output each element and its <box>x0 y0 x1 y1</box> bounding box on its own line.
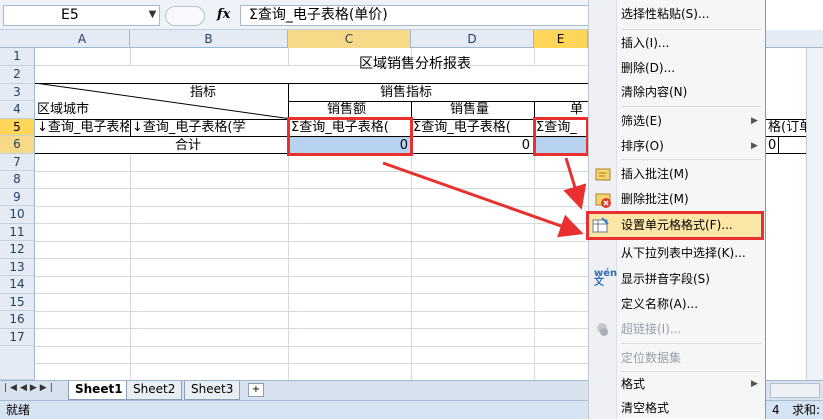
menu-icon-gutter <box>589 0 617 419</box>
horizontal-scrollbar[interactable] <box>770 383 820 398</box>
format-cells-icon <box>592 216 610 234</box>
menu-item-format[interactable]: 格式 <box>619 372 765 396</box>
ready-status: 就绪 <box>6 403 31 417</box>
phonetic-icon: wén 文 <box>594 268 618 288</box>
menu-item-clear-contents[interactable]: 清除内容(N) <box>619 80 765 104</box>
sheet-nav-arrows-icon[interactable]: |◀◀▶▶| <box>4 383 56 393</box>
menu-separator <box>621 343 761 344</box>
menu-separator <box>621 159 761 160</box>
sum-label: 求和: <box>792 403 821 417</box>
table-border <box>778 136 779 153</box>
sheet-tab-2[interactable]: Sheet2 <box>126 381 183 400</box>
menu-separator <box>621 106 761 107</box>
page-indicator: 4 <box>772 403 780 417</box>
submenu-arrow-icon: ▶ <box>751 116 758 126</box>
menu-item-show-phonetic[interactable]: 显示拼音字段(S) <box>619 267 765 291</box>
sheet-tab-3[interactable]: Sheet3 <box>184 381 241 400</box>
menu-item-hyperlink[interactable]: 超链接(I)... <box>619 317 765 341</box>
insert-sheet-icon[interactable]: + <box>248 383 264 397</box>
menu-item-delete[interactable]: 删除(D)... <box>619 56 765 80</box>
vertical-scrollbar[interactable] <box>806 48 823 380</box>
hyperlink-icon <box>594 320 612 338</box>
menu-item-filter[interactable]: 筛选(E) <box>619 109 765 133</box>
context-menu: 选择性粘贴(S)... 插入(I)... 删除(D)... 清除内容(N) 筛选… <box>588 0 766 419</box>
menu-item-clear-format[interactable]: 清空格式 <box>619 396 765 420</box>
menu-item-insert-comment[interactable]: 插入批注(M) <box>619 162 765 186</box>
menu-item-sort[interactable]: 排序(O) <box>619 134 765 158</box>
menu-item-insert[interactable]: 插入(I)... <box>619 31 765 55</box>
menu-item-pick-from-list[interactable]: 从下拉列表中选择(K)... <box>619 241 765 265</box>
menu-item-format-cells-label: 设置单元格格式(F)... <box>621 218 733 232</box>
menu-item-format-cells[interactable]: 设置单元格格式(F)... <box>586 211 764 240</box>
menu-item-locate-dataset[interactable]: 定位数据集 <box>619 346 765 370</box>
sheet-tab-1[interactable]: Sheet1 <box>68 381 130 400</box>
menu-item-paste-special[interactable]: 选择性粘贴(S)... <box>619 2 765 26</box>
column-header-bar-right <box>766 30 823 48</box>
submenu-arrow-icon: ▶ <box>751 141 758 151</box>
insert-comment-icon <box>594 166 612 184</box>
delete-comment-icon <box>594 191 612 209</box>
cell-f6[interactable]: 0 <box>768 137 778 154</box>
submenu-arrow-icon: ▶ <box>751 379 758 389</box>
right-sheet-area: 格(订单 0 <box>766 0 823 380</box>
menu-item-define-name[interactable]: 定义名称(A)... <box>619 292 765 316</box>
menu-separator <box>621 29 761 30</box>
menu-item-delete-comment[interactable]: 删除批注(M) <box>619 187 765 211</box>
